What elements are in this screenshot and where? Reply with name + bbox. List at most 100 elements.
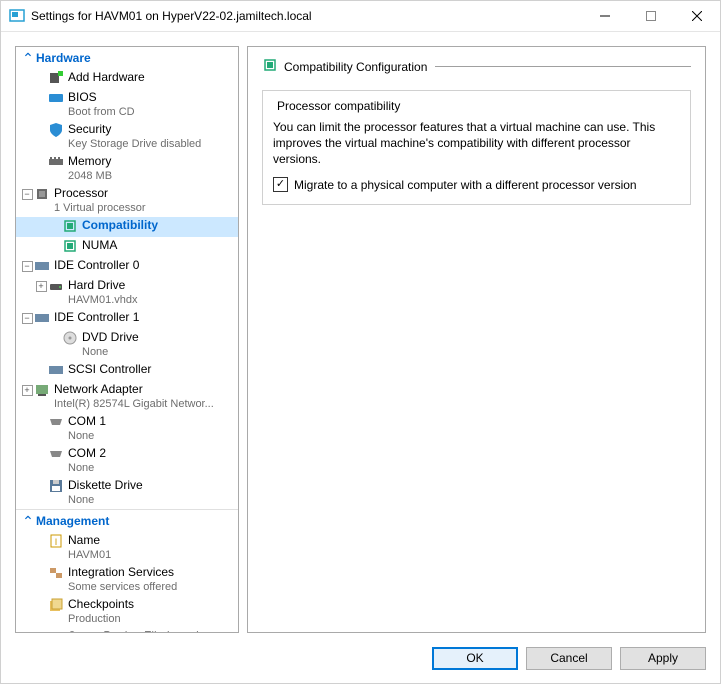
section-management[interactable]: ⌃ Management — [16, 509, 238, 532]
tree-sublabel: 2048 MB — [68, 169, 112, 184]
tree-label: COM 2 — [68, 446, 106, 461]
checkbox-icon[interactable]: ✓ — [273, 177, 288, 192]
heading-rule — [435, 66, 691, 67]
tree-sublabel: None — [68, 461, 106, 476]
tree-item-scsi[interactable]: SCSI Controller — [16, 361, 238, 381]
tree-label: IDE Controller 0 — [54, 258, 139, 273]
tree-label: Name — [68, 533, 111, 548]
name-icon: I — [48, 533, 64, 549]
tree-sublabel: HAVM01 — [68, 548, 111, 563]
apply-button[interactable]: Apply — [620, 647, 706, 670]
diskette-icon — [48, 478, 64, 494]
settings-window: Settings for HAVM01 on HyperV22-02.jamil… — [0, 0, 721, 684]
tree-sublabel: Intel(R) 82574L Gigabit Networ... — [54, 397, 214, 412]
tree-item-memory[interactable]: Memory2048 MB — [16, 153, 238, 185]
tree-item-com2[interactable]: COM 2None — [16, 445, 238, 477]
checkpoints-icon — [48, 597, 64, 613]
minimize-button[interactable] — [582, 1, 628, 31]
section-hardware[interactable]: ⌃ Hardware — [16, 47, 238, 69]
tree-label: BIOS — [68, 90, 135, 105]
checkbox-label: Migrate to a physical computer with a di… — [294, 178, 637, 192]
app-icon — [9, 8, 25, 24]
tree-item-processor[interactable]: − Processor1 Virtual processor — [16, 185, 238, 217]
tree-sublabel: None — [68, 429, 106, 444]
tree-sublabel: Boot from CD — [68, 105, 135, 120]
serial-port-icon — [48, 446, 64, 462]
tree-item-security[interactable]: SecurityKey Storage Drive disabled — [16, 121, 238, 153]
expand-icon[interactable]: + — [20, 383, 34, 397]
processor-compatibility-group: Processor compatibility You can limit th… — [262, 90, 691, 205]
maximize-button[interactable] — [628, 1, 674, 31]
tree-sublabel: None — [82, 345, 139, 360]
window-buttons — [582, 1, 720, 31]
dvd-icon — [62, 330, 78, 346]
tree-item-numa[interactable]: NUMA — [16, 237, 238, 257]
tree-label: IDE Controller 1 — [54, 310, 139, 325]
tree-item-name[interactable]: I NameHAVM01 — [16, 532, 238, 564]
tree-label: Integration Services — [68, 565, 177, 580]
tree-label: Network Adapter — [54, 382, 214, 397]
processor-icon — [62, 238, 78, 254]
tree-label: COM 1 — [68, 414, 106, 429]
migrate-checkbox-row[interactable]: ✓ Migrate to a physical computer with a … — [273, 177, 680, 192]
collapse-icon[interactable]: − — [20, 187, 34, 201]
tree-label: Compatibility — [82, 218, 158, 233]
shield-icon — [48, 122, 64, 138]
tree-item-checkpoints[interactable]: CheckpointsProduction — [16, 596, 238, 628]
tree-label: Hard Drive — [68, 278, 138, 293]
heading-text: Compatibility Configuration — [284, 60, 427, 74]
tree-item-com1[interactable]: COM 1None — [16, 413, 238, 445]
section-label: Hardware — [36, 51, 91, 65]
expand-icon[interactable]: + — [34, 279, 48, 293]
tree-label: SCSI Controller — [68, 362, 151, 377]
tree-sublabel: HAVM01.vhdx — [68, 293, 138, 308]
processor-icon — [34, 186, 50, 202]
settings-tree[interactable]: ⌃ Hardware Add Hardware BIOSBoot from CD… — [15, 46, 239, 633]
hard-drive-icon — [48, 278, 64, 294]
ok-button[interactable]: OK — [432, 647, 518, 670]
tree-item-add-hardware[interactable]: Add Hardware — [16, 69, 238, 89]
collapse-icon[interactable]: − — [20, 259, 34, 273]
cancel-button[interactable]: Cancel — [526, 647, 612, 670]
tree-item-integration[interactable]: Integration ServicesSome services offere… — [16, 564, 238, 596]
close-button[interactable] — [674, 1, 720, 31]
chevron-up-icon: ⌃ — [20, 51, 36, 65]
controller-icon — [48, 362, 64, 378]
group-description: You can limit the processor features tha… — [273, 119, 680, 167]
tree-item-dvd[interactable]: DVD DriveNone — [16, 329, 238, 361]
svg-text:I: I — [55, 537, 58, 547]
network-icon — [34, 382, 50, 398]
window-title: Settings for HAVM01 on HyperV22-02.jamil… — [31, 9, 582, 23]
tree-sublabel: Key Storage Drive disabled — [68, 137, 201, 152]
tree-label: Add Hardware — [68, 70, 145, 85]
integration-icon — [48, 565, 64, 581]
section-label: Management — [36, 514, 109, 528]
tree-item-diskette[interactable]: Diskette DriveNone — [16, 477, 238, 509]
tree-sublabel: Some services offered — [68, 580, 177, 595]
controller-icon — [34, 258, 50, 274]
tree-item-compatibility[interactable]: Compatibility — [16, 217, 238, 237]
body: ⌃ Hardware Add Hardware BIOSBoot from CD… — [1, 32, 720, 633]
tree-sublabel: Production — [68, 612, 134, 627]
processor-icon — [262, 57, 278, 76]
content-heading: Compatibility Configuration — [262, 57, 691, 76]
tree-item-ide1[interactable]: − IDE Controller 1 — [16, 309, 238, 329]
tree-item-bios[interactable]: BIOSBoot from CD — [16, 89, 238, 121]
tree-label: DVD Drive — [82, 330, 139, 345]
tree-sublabel: None — [68, 493, 143, 508]
add-hardware-icon — [48, 70, 64, 86]
tree-item-hard-drive[interactable]: + Hard DriveHAVM01.vhdx — [16, 277, 238, 309]
tree-label: Checkpoints — [68, 597, 134, 612]
memory-icon — [48, 154, 64, 170]
dialog-footer: OK Cancel Apply — [1, 633, 720, 683]
collapse-icon[interactable]: − — [20, 311, 34, 325]
tree-label: Security — [68, 122, 201, 137]
controller-icon — [34, 310, 50, 326]
tree-label: Memory — [68, 154, 112, 169]
chevron-up-icon: ⌃ — [20, 514, 36, 528]
serial-port-icon — [48, 414, 64, 430]
bios-icon — [48, 90, 64, 106]
tree-item-network[interactable]: + Network AdapterIntel(R) 82574L Gigabit… — [16, 381, 238, 413]
titlebar: Settings for HAVM01 on HyperV22-02.jamil… — [1, 1, 720, 32]
tree-item-ide0[interactable]: − IDE Controller 0 — [16, 257, 238, 277]
